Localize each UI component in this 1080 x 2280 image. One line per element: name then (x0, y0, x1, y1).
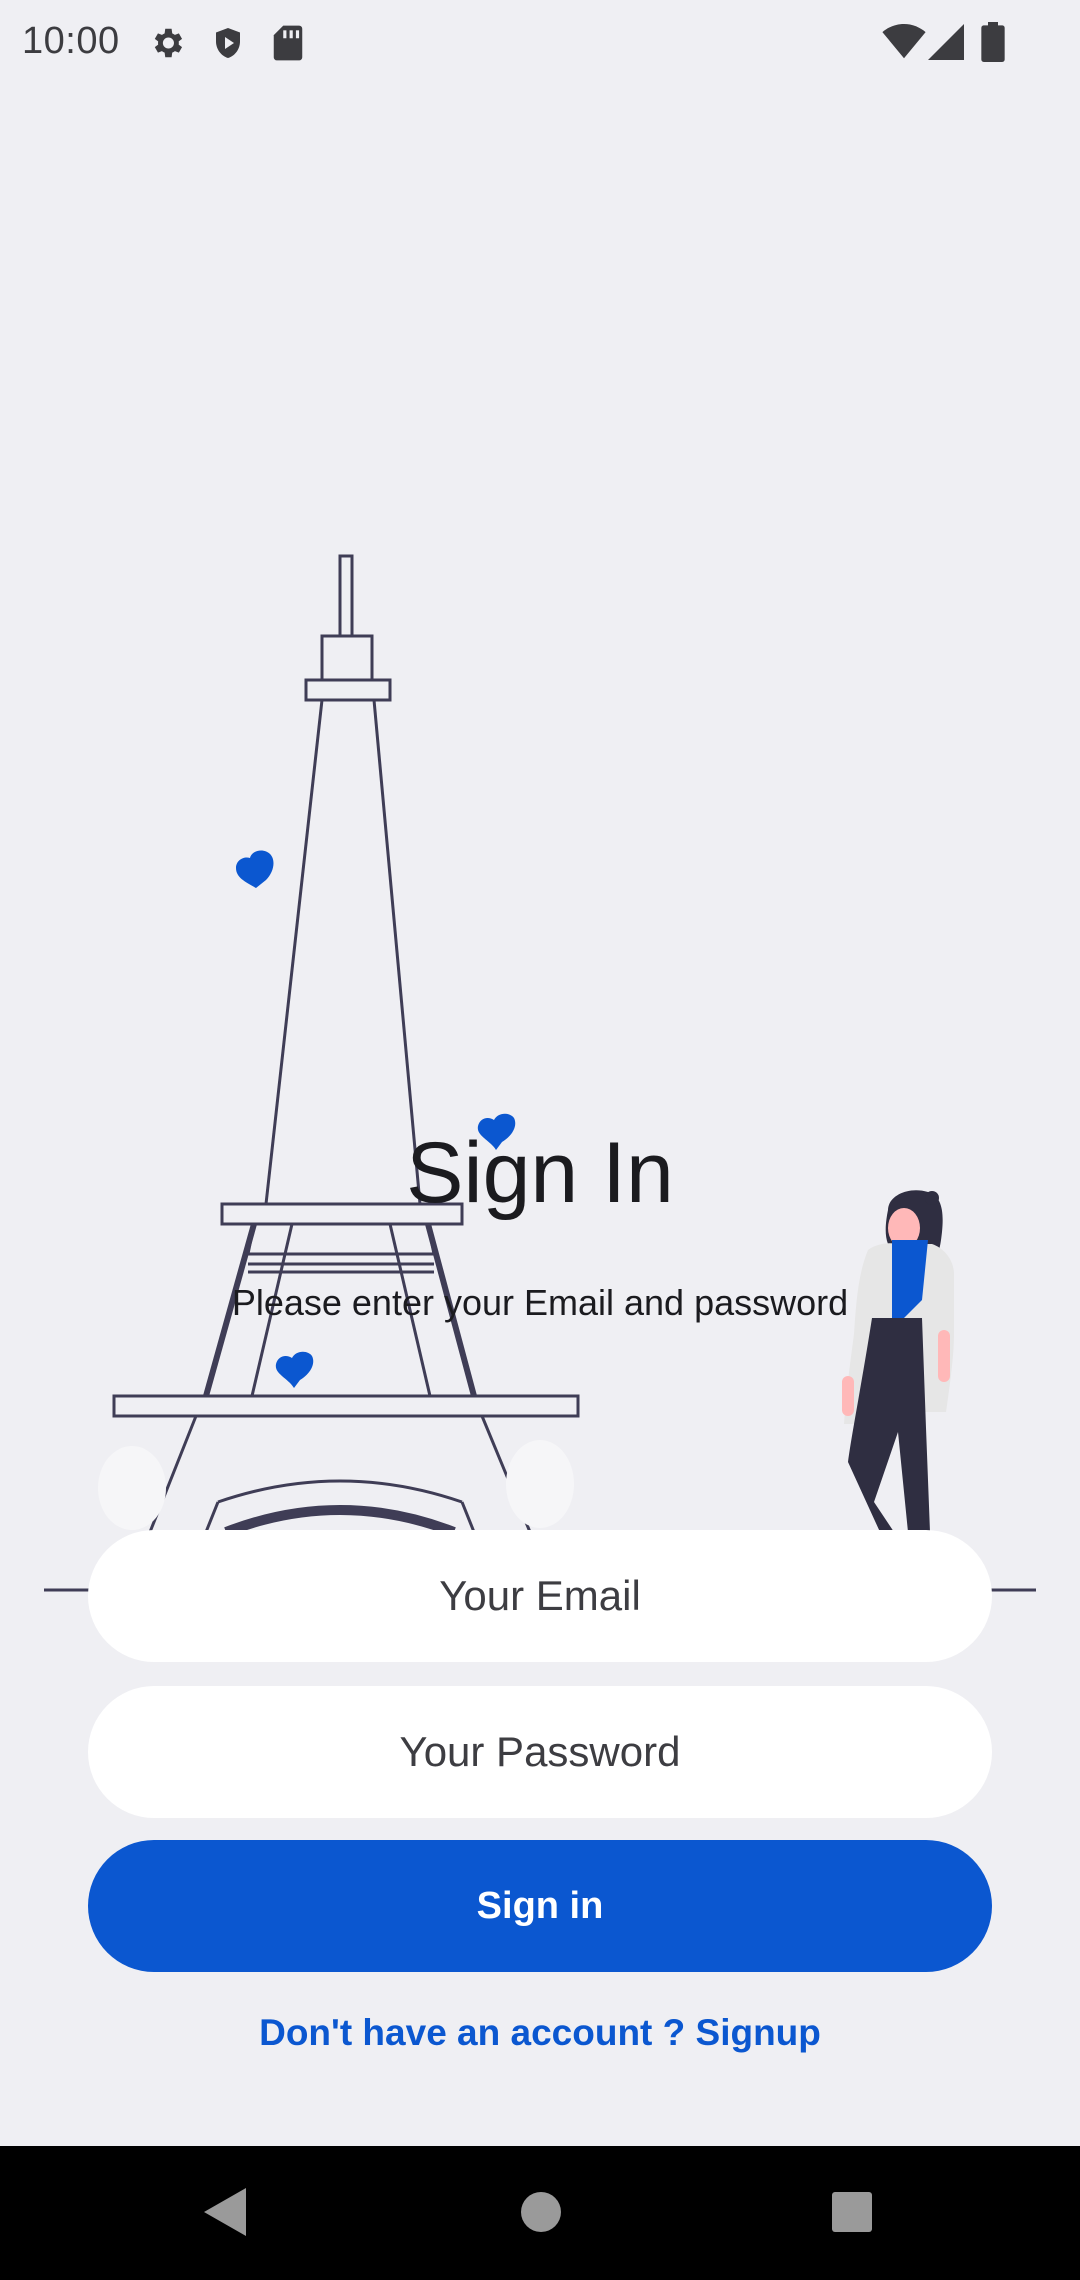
recents-icon[interactable] (828, 2184, 876, 2245)
wifi-icon (882, 24, 926, 65)
email-field[interactable]: Your Email (88, 1530, 992, 1662)
password-placeholder: Your Password (399, 1728, 681, 1775)
gear-icon (148, 24, 186, 67)
eiffel-tower-icon (112, 554, 580, 1537)
page-title: Sign In (406, 1125, 674, 1221)
signup-link[interactable]: Don't have an account ? Signup (0, 2012, 1080, 2054)
sign-in-button-label: Sign in (476, 1884, 604, 1927)
sd-card-icon (272, 24, 304, 67)
email-placeholder: Your Email (439, 1572, 641, 1619)
battery-icon (980, 22, 1006, 67)
sign-in-button[interactable]: Sign in (88, 1840, 992, 1972)
home-icon[interactable] (516, 2184, 566, 2245)
status-bar: 10:00 (0, 0, 1080, 86)
password-field[interactable]: Your Password (88, 1686, 992, 1818)
person-figure-icon (842, 1190, 954, 1532)
back-icon[interactable] (200, 2184, 252, 2245)
hero-illustration (0, 520, 1080, 1620)
page-subtitle: Please enter your Email and password (231, 1282, 849, 1323)
status-time: 10:00 (22, 20, 120, 62)
shield-icon (210, 24, 246, 67)
navigation-bar (0, 2146, 1080, 2280)
signal-icon (928, 24, 964, 65)
